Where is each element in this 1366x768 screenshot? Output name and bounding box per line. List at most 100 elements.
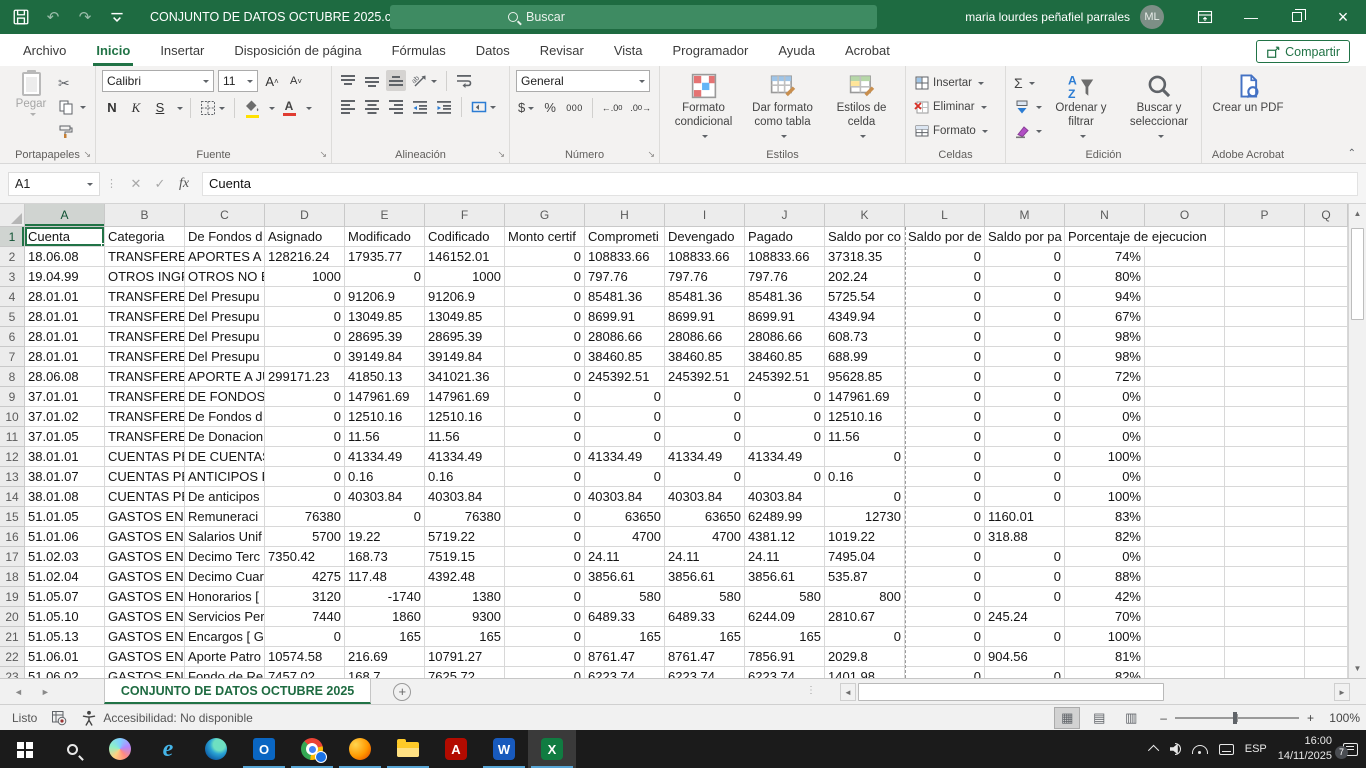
cell-A20[interactable]: 51.05.10	[25, 607, 105, 627]
cell-E5[interactable]: 13049.85	[345, 307, 425, 327]
cell-C6[interactable]: Del Presupu	[185, 327, 265, 347]
cell-C14[interactable]: De anticipos	[185, 487, 265, 507]
cell-J5[interactable]: 8699.91	[745, 307, 825, 327]
cell-N6[interactable]: 98%	[1065, 327, 1145, 347]
sort-filter-button[interactable]: AZ Ordenar y filtrar	[1044, 70, 1118, 139]
word-taskbar-icon[interactable]: W	[480, 730, 528, 768]
ie-taskbar-icon[interactable]: e	[144, 730, 192, 768]
cell-G23[interactable]: 0	[505, 667, 585, 678]
cell-B4[interactable]: TRANSFEREN	[105, 287, 185, 307]
cell-I13[interactable]: 0	[665, 467, 745, 487]
alignment-dialog-launcher[interactable]: ↘	[497, 149, 505, 160]
cell-I18[interactable]: 3856.61	[665, 567, 745, 587]
cell-Q18[interactable]	[1305, 567, 1348, 587]
paste-button[interactable]: Pegar	[6, 70, 56, 117]
font-dialog-launcher[interactable]: ↘	[319, 149, 327, 160]
bold-button[interactable]: N	[102, 97, 122, 118]
cell-H10[interactable]: 0	[585, 407, 665, 427]
cell-P8[interactable]	[1225, 367, 1305, 387]
cell-L2[interactable]: 0	[905, 247, 985, 267]
cell-H11[interactable]: 0	[585, 427, 665, 447]
column-header-P[interactable]: P	[1225, 204, 1305, 227]
insert-cells-button[interactable]: Insertar	[912, 72, 990, 94]
cell-K1[interactable]: Saldo por co	[825, 227, 905, 247]
cell-B21[interactable]: GASTOS EN F	[105, 627, 185, 647]
cell-J18[interactable]: 3856.61	[745, 567, 825, 587]
column-header-M[interactable]: M	[985, 204, 1065, 227]
cell-I4[interactable]: 85481.36	[665, 287, 745, 307]
cell-Q3[interactable]	[1305, 267, 1348, 287]
cell-D19[interactable]: 3120	[265, 587, 345, 607]
cell-E23[interactable]: 168.7	[345, 667, 425, 678]
ribbon-tab-acrobat[interactable]: Acrobat	[830, 34, 905, 66]
cell-N7[interactable]: 98%	[1065, 347, 1145, 367]
cell-C2[interactable]: APORTES A	[185, 247, 265, 267]
cell-D15[interactable]: 76380	[265, 507, 345, 527]
macro-record-icon[interactable]	[51, 710, 67, 726]
column-header-B[interactable]: B	[105, 204, 185, 227]
cell-J6[interactable]: 28086.66	[745, 327, 825, 347]
cell-J10[interactable]: 0	[745, 407, 825, 427]
row-header-15[interactable]: 15	[0, 507, 25, 527]
cell-N8[interactable]: 72%	[1065, 367, 1145, 387]
find-select-button[interactable]: Buscar y seleccionar	[1122, 70, 1196, 139]
acrobat-taskbar-icon[interactable]: A	[432, 730, 480, 768]
cell-O21[interactable]	[1145, 627, 1225, 647]
cell-I17[interactable]: 24.11	[665, 547, 745, 567]
cell-C7[interactable]: Del Presupu	[185, 347, 265, 367]
cell-D14[interactable]: 0	[265, 487, 345, 507]
cell-M2[interactable]: 0	[985, 247, 1065, 267]
cell-A14[interactable]: 38.01.08	[25, 487, 105, 507]
cell-P5[interactable]	[1225, 307, 1305, 327]
cell-D3[interactable]: 1000	[265, 267, 345, 287]
cell-B10[interactable]: TRANSFEREN	[105, 407, 185, 427]
save-icon[interactable]	[12, 8, 30, 26]
cell-K21[interactable]: 0	[825, 627, 905, 647]
cell-F8[interactable]: 341021.36	[425, 367, 505, 387]
outlook-taskbar-icon[interactable]: O	[240, 730, 288, 768]
clock[interactable]: 16:00 14/11/2025	[1278, 734, 1332, 764]
cell-I21[interactable]: 165	[665, 627, 745, 647]
cell-B16[interactable]: GASTOS EN F	[105, 527, 185, 547]
row-header-4[interactable]: 4	[0, 287, 25, 307]
decrease-indent-button[interactable]	[410, 96, 430, 117]
cell-D17[interactable]: 7350.42	[265, 547, 345, 567]
grow-font-button[interactable]: A˄	[262, 71, 282, 92]
sheet-prev-icon[interactable]: ◄	[14, 687, 23, 697]
cell-H12[interactable]: 41334.49	[585, 447, 665, 467]
search-taskbar-icon[interactable]	[48, 730, 96, 768]
firefox-taskbar-icon[interactable]	[336, 730, 384, 768]
cell-P2[interactable]	[1225, 247, 1305, 267]
cell-Q14[interactable]	[1305, 487, 1348, 507]
cell-O6[interactable]	[1145, 327, 1225, 347]
cell-L6[interactable]: 0	[905, 327, 985, 347]
cell-K19[interactable]: 800	[825, 587, 905, 607]
cell-P22[interactable]	[1225, 647, 1305, 667]
cell-L8[interactable]: 0	[905, 367, 985, 387]
cell-A10[interactable]: 37.01.02	[25, 407, 105, 427]
cell-G17[interactable]: 0	[505, 547, 585, 567]
cell-O9[interactable]	[1145, 387, 1225, 407]
scrollbar-splitter[interactable]: ⋮	[806, 685, 817, 696]
cell-O22[interactable]	[1145, 647, 1225, 667]
cell-C22[interactable]: Aporte Patro	[185, 647, 265, 667]
cell-N1[interactable]: Porcentaje de ejecucion	[1065, 227, 1145, 247]
cell-D10[interactable]: 0	[265, 407, 345, 427]
cell-B8[interactable]: TRANSFEREN	[105, 367, 185, 387]
cell-D11[interactable]: 0	[265, 427, 345, 447]
cell-K23[interactable]: 1401.98	[825, 667, 905, 678]
cell-K15[interactable]: 12730	[825, 507, 905, 527]
cell-K6[interactable]: 608.73	[825, 327, 905, 347]
cell-I7[interactable]: 38460.85	[665, 347, 745, 367]
cell-M5[interactable]: 0	[985, 307, 1065, 327]
excel-taskbar-icon[interactable]: X	[528, 730, 576, 768]
cell-I16[interactable]: 4700	[665, 527, 745, 547]
cell-K8[interactable]: 95628.85	[825, 367, 905, 387]
increase-decimal-button[interactable]: ←.00	[600, 97, 625, 118]
cell-K2[interactable]: 37318.35	[825, 247, 905, 267]
cell-L21[interactable]: 0	[905, 627, 985, 647]
scroll-up-icon[interactable]: ▲	[1349, 204, 1366, 223]
cell-A7[interactable]: 28.01.01	[25, 347, 105, 367]
cell-N19[interactable]: 42%	[1065, 587, 1145, 607]
row-header-20[interactable]: 20	[0, 607, 25, 627]
